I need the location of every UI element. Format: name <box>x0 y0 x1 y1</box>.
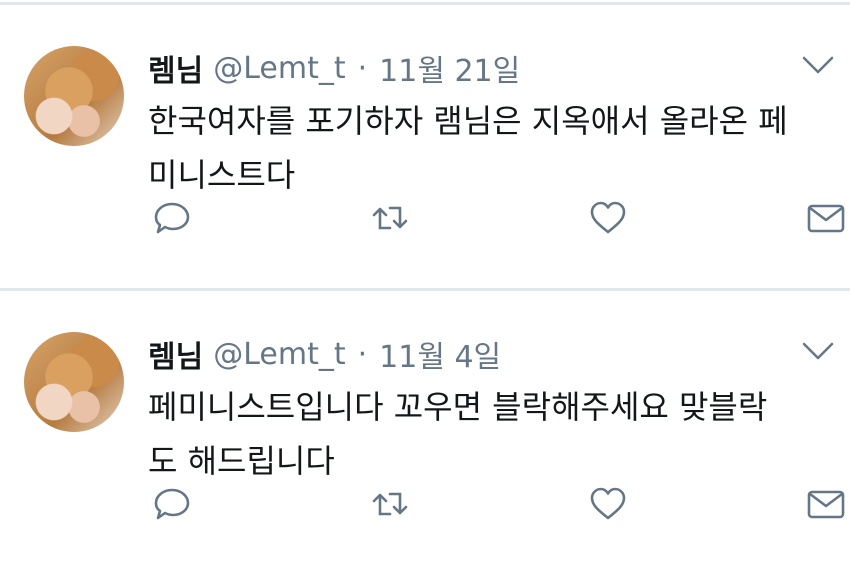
tweet-header: 렘님 @Lemt_t · 11월 4일 <box>148 332 501 376</box>
tweet-actions <box>148 480 850 528</box>
retweet-button[interactable] <box>366 194 414 242</box>
tweet-text-line: 페미니스트입니다 꼬우면 블락해주세요 맞블락 <box>148 388 768 426</box>
message-button[interactable] <box>802 480 850 528</box>
chevron-down-icon[interactable] <box>800 338 836 364</box>
reply-icon <box>154 202 190 234</box>
message-button[interactable] <box>802 194 850 242</box>
tweet-text: 페미니스트입니다 꼬우면 블락해주세요 맞블락 도 해드립니다 <box>148 380 838 488</box>
user-handle[interactable]: @Lemt_t <box>213 51 345 86</box>
user-handle[interactable]: @Lemt_t <box>213 337 345 372</box>
separator-dot: · <box>357 50 368 86</box>
tweet-2[interactable]: 렘님 @Lemt_t · 11월 4일 페미니스트입니다 꼬우면 블락해주세요 … <box>0 292 850 552</box>
tweet-1[interactable]: 렘님 @Lemt_t · 11월 21일 한국여자를 포기하자 램님은 지옥애서… <box>0 6 850 266</box>
avatar[interactable] <box>24 332 124 432</box>
tweet-date[interactable]: 11월 21일 <box>379 46 520 90</box>
reply-button[interactable] <box>148 480 196 528</box>
tweet-divider <box>0 288 850 291</box>
tweet-text-line: 한국여자를 포기하자 램님은 지옥애서 올라온 페 <box>148 102 788 140</box>
envelope-icon <box>807 490 845 519</box>
reply-button[interactable] <box>148 194 196 242</box>
display-name[interactable]: 렘님 <box>148 332 203 376</box>
chevron-down-icon[interactable] <box>800 52 836 78</box>
tweet-header: 렘님 @Lemt_t · 11월 21일 <box>148 46 520 90</box>
tweet-actions <box>148 194 850 242</box>
tweet-date[interactable]: 11월 4일 <box>379 332 501 376</box>
retweet-icon <box>372 206 408 230</box>
display-name[interactable]: 렘님 <box>148 46 203 90</box>
heart-icon <box>590 201 626 234</box>
envelope-icon <box>807 204 845 233</box>
like-button[interactable] <box>584 194 632 242</box>
retweet-icon <box>372 492 408 516</box>
like-button[interactable] <box>584 480 632 528</box>
separator-dot: · <box>357 336 368 372</box>
tweet-text: 한국여자를 포기하자 램님은 지옥애서 올라온 페 미니스트다 <box>148 94 838 202</box>
top-divider <box>0 2 850 5</box>
heart-icon <box>590 487 626 520</box>
retweet-button[interactable] <box>366 480 414 528</box>
avatar[interactable] <box>24 46 124 146</box>
reply-icon <box>154 488 190 520</box>
